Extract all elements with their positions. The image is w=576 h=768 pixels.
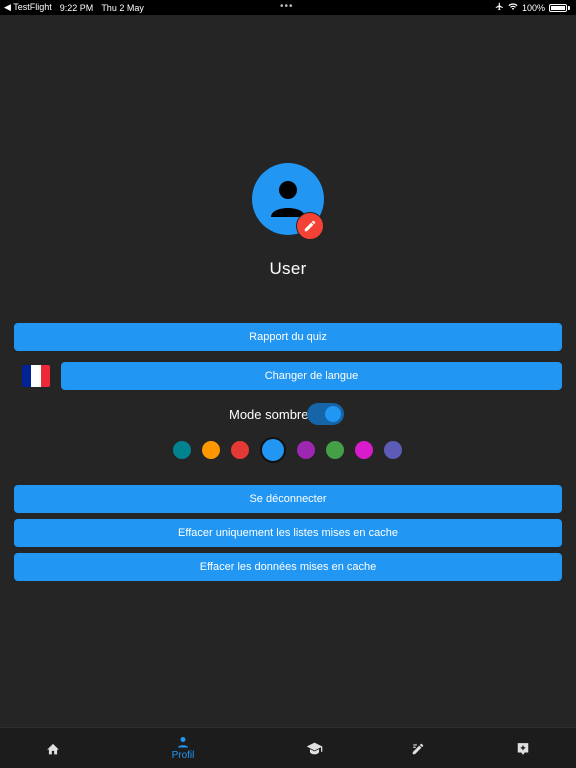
battery-percent: 100%: [521, 2, 545, 13]
airplane-icon: [495, 2, 504, 13]
wifi-icon: [508, 2, 518, 13]
clear-cached-lists-button[interactable]: Effacer uniquement les listes mises en c…: [14, 519, 562, 547]
username: User: [269, 259, 307, 278]
color-swatch-green[interactable]: [326, 441, 344, 459]
clear-cached-data-button[interactable]: Effacer les données mises en cache: [14, 553, 562, 581]
bottom-tab-bar: Profil: [0, 727, 576, 768]
status-bar: ◀ TestFlight 9:22 PM Thu 2 May ••• 100%: [0, 0, 576, 15]
quiz-report-button[interactable]: Rapport du quiz: [14, 323, 562, 351]
graduation-cap-icon: [306, 742, 322, 755]
france-flag-icon[interactable]: [22, 365, 50, 387]
home-icon: [47, 743, 59, 755]
tab-label-profil: Profil: [171, 750, 195, 761]
color-swatch-teal[interactable]: [173, 441, 191, 459]
person-icon: [271, 181, 305, 217]
color-swatch-red[interactable]: [231, 441, 249, 459]
tab-profil[interactable]: Profil: [153, 728, 213, 768]
status-date: Thu 2 May: [101, 2, 144, 13]
edit-avatar-button[interactable]: [296, 212, 324, 240]
color-swatch-purple[interactable]: [297, 441, 315, 459]
dark-mode-label: Mode sombre: [229, 407, 309, 422]
color-swatch-indigo[interactable]: [384, 441, 402, 459]
logout-button[interactable]: Se déconnecter: [14, 485, 562, 513]
tab-edit[interactable]: [388, 728, 448, 768]
color-swatch-magenta[interactable]: [355, 441, 373, 459]
tab-home[interactable]: [23, 728, 83, 768]
person-icon: [178, 737, 188, 748]
back-to-app-link[interactable]: ◀ TestFlight: [4, 2, 52, 13]
battery-nub: [568, 5, 570, 10]
color-swatch-orange[interactable]: [202, 441, 220, 459]
profile-screen: ◀ TestFlight 9:22 PM Thu 2 May ••• 100% …: [0, 0, 576, 768]
edit-note-icon: [412, 743, 424, 754]
toggle-knob: [325, 406, 341, 422]
battery-icon: [549, 3, 567, 12]
tab-learn[interactable]: [284, 728, 344, 768]
dark-mode-toggle[interactable]: [307, 403, 344, 425]
sparkle-badge-icon: [517, 742, 529, 755]
multitasking-dots[interactable]: •••: [280, 1, 294, 12]
pencil-icon: [304, 220, 316, 232]
status-time: 9:22 PM: [59, 2, 94, 13]
change-language-button[interactable]: Changer de langue: [61, 362, 562, 390]
tab-favorites[interactable]: [493, 728, 553, 768]
color-swatch-blue-selected[interactable]: [260, 437, 286, 463]
